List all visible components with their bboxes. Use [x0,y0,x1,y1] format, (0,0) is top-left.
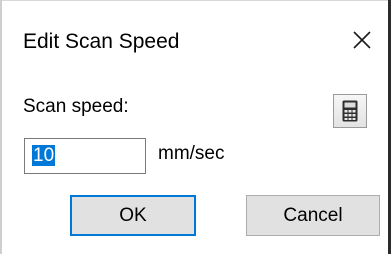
scan-speed-value: 10 [32,145,56,166]
scan-speed-input[interactable]: 10 [24,138,146,174]
dialog-left-border [0,0,2,254]
unit-label: mm/sec [158,143,225,164]
dialog-title: Edit Scan Speed [23,30,180,53]
calculator-icon [342,100,358,122]
cancel-button[interactable]: Cancel [246,195,380,236]
close-icon [353,31,371,49]
ok-button[interactable]: OK [70,195,196,236]
dialog-top-border [0,0,391,1]
calculator-button[interactable] [333,94,367,128]
close-button[interactable] [346,24,378,56]
edit-scan-speed-dialog: Edit Scan Speed Scan speed: 10 mm/sec OK… [0,0,391,254]
scan-speed-label: Scan speed: [23,96,129,117]
